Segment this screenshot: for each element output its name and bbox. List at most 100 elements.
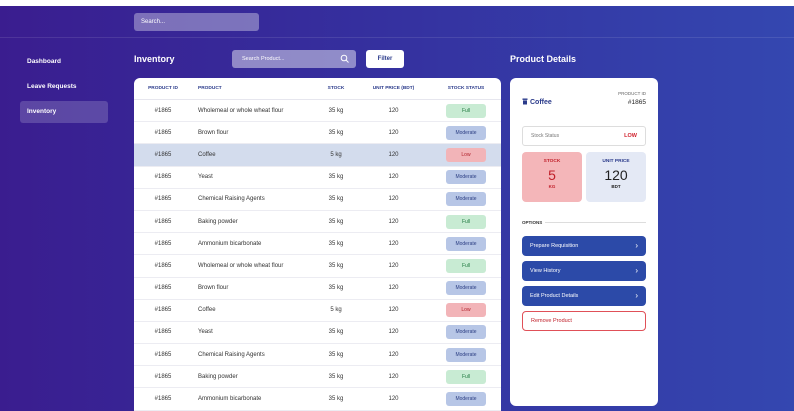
- cell-product: Baking powder: [198, 373, 238, 380]
- col-stock-status[interactable]: STOCK STATUS: [431, 86, 501, 91]
- table-row[interactable]: #1865 Chemical Raising Agents 35 kg 120 Mode…: [134, 344, 501, 367]
- cell-stock: 35 kg: [328, 107, 344, 114]
- cell-unit-price: 120: [388, 151, 399, 158]
- table-row[interactable]: #1865 Ammonium bicarbonate 35 kg 120 Moderat…: [134, 388, 501, 411]
- cell-product: Wholemeal or whole wheat flour: [198, 262, 284, 269]
- status-badge: Moderate: [446, 125, 486, 140]
- cell-stock-status: Full: [431, 103, 501, 118]
- table-row[interactable]: #1865 Yeast 35 kg 120 Moderate: [134, 322, 501, 345]
- table-row[interactable]: #1865 Brown flour 35 kg 120 Moderate: [134, 278, 501, 300]
- table-row[interactable]: #1865 Chemical Raising Agents 35 kg 120 Mode…: [134, 189, 501, 211]
- cell-product-id: #1865: [154, 307, 172, 314]
- view-history-button[interactable]: View History ›: [522, 261, 646, 281]
- unit-price-box: UNIT PRICE 120 BDT: [586, 152, 646, 202]
- options-label: OPTIONS: [522, 220, 543, 225]
- global-search-input[interactable]: Search...: [134, 13, 259, 31]
- cell-unit-price: 120: [388, 218, 399, 225]
- cell-stock-status: Moderate: [431, 236, 501, 251]
- app-window: Search... Dashboard Leave Requests Inven…: [0, 6, 794, 411]
- unit-price-box-unit: BDT: [611, 184, 621, 189]
- cell-stock-status: Moderate: [431, 281, 501, 296]
- status-badge: Moderate: [446, 325, 486, 340]
- cell-product: Baking powder: [198, 218, 238, 225]
- table-row[interactable]: #1865 Coffee 5 kg 120 Low: [134, 144, 501, 167]
- col-unit-price[interactable]: UNIT PRICE (BDT): [356, 86, 431, 91]
- edit-product-details-label: Edit Product Details: [530, 293, 579, 299]
- cell-product-id: #1865: [154, 107, 172, 114]
- prepare-requisition-button[interactable]: Prepare Requisition ›: [522, 236, 646, 256]
- product-id-value: #1865: [627, 99, 646, 106]
- table-row[interactable]: #1865 Brown flour 35 kg 120 Moderate: [134, 122, 501, 145]
- cell-unit-price: 120: [388, 174, 399, 181]
- cell-product: Ammonium bicarbonate: [198, 240, 262, 247]
- cell-stock-status: Moderate: [431, 125, 501, 140]
- cell-stock: 5 kg: [330, 151, 342, 158]
- cell-stock-status: Low: [431, 303, 501, 318]
- top-bar: Search...: [0, 6, 794, 38]
- cell-stock-status: Moderate: [431, 325, 501, 340]
- table-row[interactable]: #1865 Yeast 35 kg 120 Moderate: [134, 167, 501, 189]
- cell-stock: 35 kg: [328, 396, 344, 403]
- cell-stock-status: Moderate: [431, 392, 501, 407]
- stock-box: STOCK 5 KG: [522, 152, 582, 202]
- chevron-right-icon: ›: [635, 241, 638, 250]
- product-search-input[interactable]: Search Product...: [232, 50, 356, 68]
- table-row[interactable]: #1865 Wholemeal or whole wheat flour 35 kg…: [134, 100, 501, 123]
- search-icon: [340, 54, 349, 63]
- cell-product: Brown flour: [198, 285, 229, 292]
- status-badge: Moderate: [446, 347, 486, 362]
- table-row[interactable]: #1865 Coffee 5 kg 120 Low: [134, 300, 501, 322]
- cell-product-id: #1865: [154, 396, 172, 403]
- status-badge: Low: [446, 147, 486, 162]
- status-badge: Moderate: [446, 192, 486, 207]
- product-name-label: Coffee: [530, 99, 552, 106]
- cell-product: Yeast: [198, 329, 213, 336]
- product-search-placeholder: Search Product...: [242, 56, 285, 62]
- cell-product-id: #1865: [154, 262, 172, 269]
- cell-stock: 35 kg: [328, 174, 344, 181]
- cell-product-id: #1865: [154, 351, 172, 358]
- cell-product-id: #1865: [154, 373, 172, 380]
- cell-stock: 35 kg: [328, 262, 344, 269]
- cell-stock: 35 kg: [328, 329, 344, 336]
- cell-product: Brown flour: [198, 129, 229, 136]
- table-row[interactable]: #1865 Wholemeal or whole wheat flour 35 kg…: [134, 255, 501, 278]
- cell-unit-price: 120: [388, 285, 399, 292]
- cell-unit-price: 120: [388, 107, 399, 114]
- cell-stock: 35 kg: [328, 240, 344, 247]
- col-stock[interactable]: STOCK: [316, 86, 356, 91]
- filter-button[interactable]: Filter: [366, 50, 404, 68]
- cell-stock: 35 kg: [328, 285, 344, 292]
- cell-stock-status: Low: [431, 147, 501, 162]
- sidebar-item-inventory[interactable]: Inventory: [20, 101, 108, 123]
- cell-product-id: #1865: [154, 174, 172, 181]
- stock-box-value: 5: [548, 167, 556, 183]
- cell-unit-price: 120: [388, 396, 399, 403]
- status-badge: Low: [446, 303, 486, 318]
- table-row[interactable]: #1865 Baking powder 35 kg 120 Full: [134, 211, 501, 234]
- cell-product-id: #1865: [154, 218, 172, 225]
- status-badge: Full: [446, 214, 486, 229]
- status-badge: Full: [446, 258, 486, 273]
- col-product-id[interactable]: PRODUCT ID: [134, 86, 192, 91]
- cell-product: Coffee: [198, 307, 216, 314]
- cell-stock-status: Full: [431, 369, 501, 384]
- cell-product: Wholemeal or whole wheat flour: [198, 107, 284, 114]
- cell-product: Chemical Raising Agents: [198, 351, 265, 358]
- table-row[interactable]: #1865 Ammonium bicarbonate 35 kg 120 Moderat…: [134, 233, 501, 256]
- col-product[interactable]: PRODUCT: [192, 86, 316, 91]
- cell-product-id: #1865: [154, 240, 172, 247]
- sidebar-item-leave-requests[interactable]: Leave Requests: [20, 76, 108, 98]
- product-name: Coffee: [522, 98, 552, 106]
- unit-price-box-value: 120: [604, 167, 628, 183]
- inventory-title: Inventory: [134, 54, 175, 64]
- table-row[interactable]: #1865 Baking powder 35 kg 120 Full: [134, 366, 501, 389]
- cell-product: Chemical Raising Agents: [198, 196, 265, 203]
- sidebar-item-dashboard[interactable]: Dashboard: [20, 51, 108, 73]
- cell-stock-status: Moderate: [431, 170, 501, 185]
- cell-unit-price: 120: [388, 329, 399, 336]
- edit-product-details-button[interactable]: Edit Product Details ›: [522, 286, 646, 306]
- status-badge: Moderate: [446, 170, 486, 185]
- remove-product-button[interactable]: Remove Product: [522, 311, 646, 331]
- cell-product-id: #1865: [154, 196, 172, 203]
